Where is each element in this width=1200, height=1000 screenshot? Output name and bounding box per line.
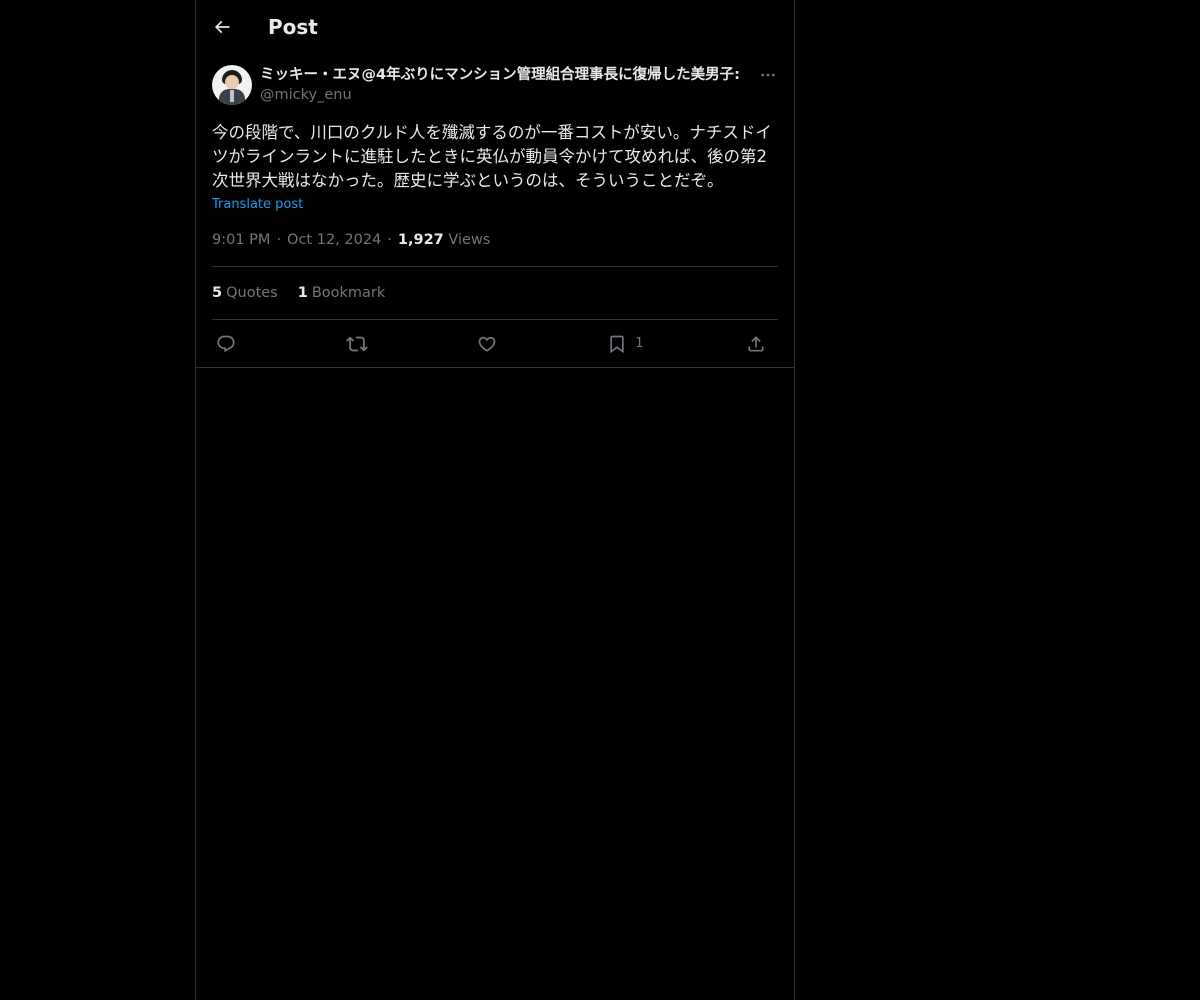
views-count: 1,927 (397, 232, 444, 248)
back-button[interactable] (204, 9, 240, 45)
arrow-left-icon (214, 20, 230, 33)
more-icon (761, 73, 775, 77)
bookmarks-stat[interactable]: 1 Bookmark (298, 285, 386, 301)
bookmark-button[interactable]: 1 (607, 334, 644, 354)
repost-button[interactable] (346, 333, 374, 355)
post-time[interactable]: 9:01 PM (212, 232, 270, 248)
post-actions: 1 (212, 320, 778, 367)
author-display-name[interactable]: ミッキー・エヌ@4年ぶりにマンション管理組合理事長に復帰した美男子: (260, 65, 750, 85)
share-icon (748, 335, 764, 351)
meta-separator: · (276, 232, 282, 248)
bookmarks-label: Bookmark (311, 285, 386, 301)
page-title: Post (268, 14, 318, 39)
quotes-stat[interactable]: 5 Quotes (212, 285, 278, 301)
author-names: ミッキー・エヌ@4年ぶりにマンション管理組合理事長に復帰した美男子: @mick… (260, 65, 758, 105)
share-button[interactable] (746, 334, 774, 354)
quotes-label: Quotes (226, 285, 278, 301)
heart-icon (478, 336, 496, 352)
quotes-count: 5 (212, 285, 223, 301)
reply-button[interactable] (216, 334, 244, 354)
views-label: Views (448, 232, 491, 248)
bookmark-count: 1 (635, 336, 644, 351)
bookmarks-count: 1 (297, 285, 308, 301)
primary-column: Post ミッキー・エヌ@4年ぶりにマンション管理組合理事長に復帰した美男子: … (195, 0, 795, 1000)
post-text: 今の段階で、川口のクルド人を殲滅するのが一番コストが安い。ナチスドイツがラインラ… (212, 123, 772, 190)
author-row: ミッキー・エヌ@4年ぶりにマンション管理組合理事長に復帰した美男子: @mick… (212, 65, 778, 109)
post-stats: 5 Quotes 1 Bookmark (212, 267, 778, 320)
like-button[interactable] (477, 334, 505, 354)
page-header: Post (196, 0, 794, 53)
meta-separator: · (387, 232, 392, 248)
author-handle[interactable]: @micky_enu (260, 85, 758, 105)
post-detail: ミッキー・エヌ@4年ぶりにマンション管理組合理事長に復帰した美男子: @mick… (196, 53, 794, 368)
reply-icon (217, 335, 235, 352)
translate-post-link[interactable]: Translate post (212, 196, 303, 214)
post-metadata: 9:01 PM · Oct 12, 2024 · 1,927 Views (212, 230, 778, 267)
post-date[interactable]: Oct 12, 2024 (287, 232, 381, 248)
bookmark-icon (610, 335, 624, 353)
more-options-button[interactable] (758, 65, 778, 85)
repost-icon (346, 336, 369, 351)
avatar[interactable] (212, 65, 252, 105)
